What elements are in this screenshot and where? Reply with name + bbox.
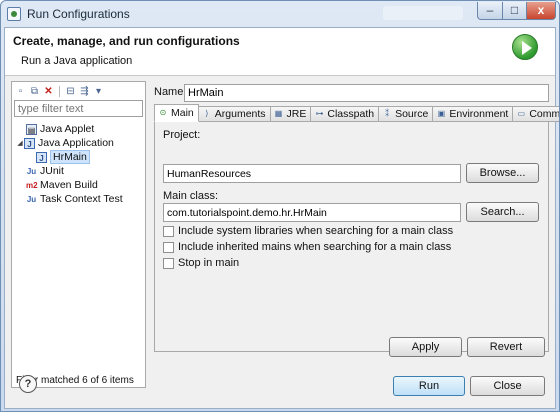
delete-icon[interactable]: ✕ [43,86,54,97]
browse-button[interactable]: Browse... [466,163,539,183]
dialog-subtitle: Run a Java application [21,55,133,67]
maximize-button[interactable]: □ [502,2,527,20]
dialog-title: Create, manage, and run configurations [13,34,240,48]
close-button[interactable]: Close [470,376,545,396]
run-configurations-window: Run Configurations – □ x Create, manage,… [0,0,560,412]
checkbox-label: Include inherited mains when searching f… [178,241,452,253]
tab-label: Source [395,108,429,120]
maven-icon: m2 [26,180,38,190]
search-button[interactable]: Search... [466,202,539,222]
run-icon [512,34,538,60]
expanded-arrow-icon[interactable]: ◢ [16,139,24,147]
window-title: Run Configurations [27,7,130,21]
tab-label: Arguments [214,108,266,120]
stop-in-main-checkbox[interactable]: Stop in main [163,257,239,269]
java-applet-icon: ▤ [26,123,37,135]
junit-icon: Ju [26,194,37,204]
configuration-tabs: ⊙ Main ⟩ Arguments ▦ JRE ⊶ Classpath ⁑ S… [154,104,560,122]
project-label: Project: [163,129,201,141]
classpath-tab-icon: ⊶ [315,109,324,118]
junit-icon: Ju [26,166,37,176]
name-label: Name: [154,86,187,98]
apply-button[interactable]: Apply [389,337,462,357]
source-tab-icon: ⁑ [385,109,390,118]
project-field[interactable] [163,164,461,183]
main-class-label: Main class: [163,190,219,202]
window-close-button[interactable]: x [526,2,556,20]
toolbar-separator [59,85,60,97]
title-bar[interactable]: Run Configurations – □ x [1,1,559,27]
tab-label: Environment [449,108,509,120]
tab-source[interactable]: ⁑ Source [379,106,434,122]
main-class-field[interactable] [163,203,461,222]
tab-arguments[interactable]: ⟩ Arguments [198,106,271,122]
tree-item-label: HrMain [50,150,90,164]
background-search-box [383,6,463,20]
dialog-header: Create, manage, and run configurations R… [5,28,555,76]
dropdown-icon[interactable]: ▾ [93,86,104,97]
java-application-icon: J [36,151,47,163]
tree-item-java-application[interactable]: ◢ J Java Application [16,136,114,150]
checkbox-box[interactable] [163,225,174,237]
help-icon[interactable]: ? [19,375,37,393]
filter-icon[interactable]: ⇶ [79,86,90,97]
tree-item-label: Java Applet [40,123,95,135]
tree-item-hrmain[interactable]: J HrMain [36,150,90,164]
tab-label: JRE [286,108,307,120]
tree-item-junit[interactable]: Ju JUnit [26,164,64,178]
main-tab-icon: ⊙ [159,108,167,117]
common-tab-icon: ▭ [517,109,526,118]
tab-jre[interactable]: ▦ JRE [270,106,312,122]
configuration-list-panel: ▫ ⧉ ✕ ⊟ ⇶ ▾ ▤ Java Applet ◢ J Java Appli… [11,81,146,388]
checkbox-box[interactable] [163,257,174,269]
checkbox-label: Stop in main [178,257,240,269]
jre-tab-icon: ▦ [274,109,283,118]
checkbox-box[interactable] [163,241,174,253]
tree-item-java-applet[interactable]: ▤ Java Applet [26,122,94,136]
configuration-toolbar: ▫ ⧉ ✕ ⊟ ⇶ ▾ [15,84,104,98]
tab-label: Classpath [327,108,375,120]
java-application-icon: J [24,137,35,149]
tab-main[interactable]: ⊙ Main [154,104,199,122]
tab-common[interactable]: ▭ Common [513,106,560,122]
tree-item-label: JUnit [40,165,64,177]
tab-classpath[interactable]: ⊶ Classpath [311,106,380,122]
tree-item-label: Java Application [38,137,114,149]
main-tab-panel: Project: Browse... Main class: Search...… [154,121,549,352]
tree-item-task-context-test[interactable]: Ju Task Context Test [26,192,123,206]
checkbox-label: Include system libraries when searching … [178,225,454,237]
minimize-button[interactable]: – [477,2,503,20]
new-configuration-icon[interactable]: ▫ [15,86,26,97]
arguments-tab-icon: ⟩ [205,109,209,118]
tab-label: Main [171,107,194,119]
tab-environment[interactable]: ▣ Environment [433,106,514,122]
tree-item-label: Task Context Test [40,193,123,205]
tab-label: Common [529,108,560,120]
dialog-body: Create, manage, and run configurations R… [4,27,559,409]
collapse-all-icon[interactable]: ⊟ [65,86,76,97]
duplicate-icon[interactable]: ⧉ [29,86,40,97]
environment-tab-icon: ▣ [437,109,446,118]
revert-button[interactable]: Revert [467,337,545,357]
include-system-libraries-checkbox[interactable]: Include system libraries when searching … [163,225,453,237]
include-inherited-mains-checkbox[interactable]: Include inherited mains when searching f… [163,241,451,253]
run-button[interactable]: Run [393,376,465,396]
tree-item-label: Maven Build [40,179,98,191]
eclipse-window-icon [7,7,21,21]
filter-input[interactable] [14,100,143,117]
name-field[interactable] [184,84,549,102]
tree-item-maven-build[interactable]: m2 Maven Build [26,178,98,192]
